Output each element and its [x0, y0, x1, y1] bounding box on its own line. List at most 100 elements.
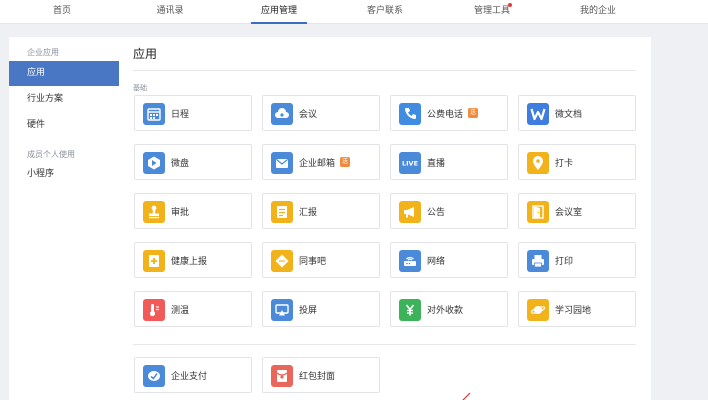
app-label: 红包封面: [299, 372, 336, 382]
nav-contacts[interactable]: 通讯录: [146, 0, 194, 24]
app-label: 公费电话: [427, 110, 464, 120]
main-panel: 应用 基础 日程 会议 公费电话送微文档 微盘 企业邮箱送 LIVE 直播 打卡 审批 汇报 公告会…: [119, 37, 651, 400]
red-envelope-icon: [271, 365, 293, 387]
app-label: 审批: [171, 208, 190, 218]
app-tile[interactable]: 打卡: [518, 144, 636, 180]
thermometer-icon: [143, 299, 165, 321]
planet-icon: [527, 299, 549, 321]
nav-management-tools-label: 管理工具: [473, 6, 510, 16]
yuan-icon: [399, 299, 421, 321]
app-label: 投屏: [299, 306, 318, 316]
nav-management-tools[interactable]: 管理工具: [468, 0, 516, 24]
sidebar-group-personal: 成员个人使用: [27, 150, 75, 159]
nav-my-enterprise-label: 我的企业: [579, 6, 616, 16]
nav-customer-contact-label: 客户联系: [366, 6, 403, 16]
router-icon: [399, 250, 421, 272]
sidebar-item-mini-programs[interactable]: 小程序: [9, 162, 119, 187]
sidebar-item-label: 行业方案: [27, 94, 64, 104]
app-label: 企业支付: [171, 372, 208, 382]
health-report-icon: [143, 250, 165, 272]
app-tile[interactable]: 企业支付: [134, 357, 252, 393]
app-label: 会议室: [555, 208, 583, 218]
location-pin-icon: [527, 152, 549, 174]
svg-text:LIVE: LIVE: [402, 160, 418, 168]
sidebar-item-apps[interactable]: 应用: [9, 61, 119, 86]
app-tile[interactable]: LIVE 直播: [390, 144, 508, 180]
sidebar-group-enterprise-apps: 企业应用: [27, 48, 59, 57]
app-label: 健康上报: [171, 257, 208, 267]
app-tile[interactable]: 微盘: [134, 144, 252, 180]
stamp-icon: [143, 201, 165, 223]
gift-badge: 送: [340, 157, 350, 167]
app-tile[interactable]: 企业邮箱送: [262, 144, 380, 180]
app-label: 会议: [299, 110, 318, 120]
app-tile[interactable]: 会议: [262, 95, 380, 131]
sidebar: 企业应用 应用 行业方案 硬件 成员个人使用 小程序: [9, 37, 119, 400]
app-label: 打印: [555, 257, 574, 267]
app-label: 直播: [427, 159, 446, 169]
app-tile[interactable]: 会议室: [518, 193, 636, 229]
app-label: 微盘: [171, 159, 190, 169]
screencast-icon: [271, 299, 293, 321]
sidebar-item-label: 小程序: [27, 169, 55, 179]
cloud-meeting-icon: [271, 103, 293, 125]
app-tile[interactable]: 红包封面: [262, 357, 380, 393]
app-label: 测温: [171, 306, 190, 316]
page-title: 应用: [133, 47, 158, 61]
mail-icon: [271, 152, 293, 174]
app-tile[interactable]: 日程: [134, 95, 252, 131]
sidebar-item-label: 硬件: [27, 120, 46, 130]
app-tile[interactable]: 公费电话送: [390, 95, 508, 131]
app-tile[interactable]: 投屏: [262, 291, 380, 327]
pay-icon: [143, 365, 165, 387]
app-tile[interactable]: 汇报: [262, 193, 380, 229]
app-label: 微文档: [555, 110, 583, 120]
app-tile[interactable]: 对外收款: [390, 291, 508, 327]
top-nav: 首页 通讯录 应用管理 客户联系 管理工具 我的企业: [0, 0, 708, 24]
live-icon: LIVE: [399, 152, 421, 174]
report-icon: [271, 201, 293, 223]
nav-app-management[interactable]: 应用管理: [251, 0, 307, 24]
app-label: 日程: [171, 110, 190, 120]
app-label: 网络: [427, 257, 446, 267]
diamond-chat-icon: [271, 250, 293, 272]
notification-dot: [508, 3, 512, 7]
nav-contacts-label: 通讯录: [156, 6, 184, 16]
app-label: 公告: [427, 208, 446, 218]
doc-w-icon: [527, 103, 549, 125]
app-tile[interactable]: 微文档: [518, 95, 636, 131]
app-tile[interactable]: 同事吧: [262, 242, 380, 278]
app-label: 打卡: [555, 159, 574, 169]
megaphone-icon: [399, 201, 421, 223]
nav-home-label: 首页: [52, 6, 71, 16]
calendar-icon: [143, 103, 165, 125]
app-label: 学习园地: [555, 306, 592, 316]
phone-icon: [399, 103, 421, 125]
sidebar-item-label: 应用: [27, 68, 46, 78]
app-label: 企业邮箱: [299, 159, 336, 169]
app-tile[interactable]: 审批: [134, 193, 252, 229]
title-divider: [133, 70, 636, 71]
drive-icon: [143, 152, 165, 174]
nav-customer-contact[interactable]: 客户联系: [361, 0, 409, 24]
app-tile[interactable]: 公告: [390, 193, 508, 229]
printer-icon: [527, 250, 549, 272]
app-tile[interactable]: 健康上报: [134, 242, 252, 278]
app-tile[interactable]: 学习园地: [518, 291, 636, 327]
section-label-basic: 基础: [133, 84, 147, 92]
gift-badge: 送: [468, 108, 478, 118]
nav-my-enterprise[interactable]: 我的企业: [572, 0, 624, 24]
app-tile[interactable]: 打印: [518, 242, 636, 278]
app-tile[interactable]: 网络: [390, 242, 508, 278]
app-label: 汇报: [299, 208, 318, 218]
nav-app-management-label: 应用管理: [260, 6, 297, 16]
door-icon: [527, 201, 549, 223]
section-divider: [133, 344, 636, 345]
nav-home[interactable]: 首页: [40, 0, 84, 24]
mouse-pointer-icon: [462, 392, 471, 400]
app-label: 同事吧: [299, 257, 327, 267]
app-label: 对外收款: [427, 306, 464, 316]
sidebar-item-industry-solutions[interactable]: 行业方案: [9, 87, 119, 112]
app-tile[interactable]: 测温: [134, 291, 252, 327]
sidebar-item-hardware[interactable]: 硬件: [9, 113, 119, 138]
